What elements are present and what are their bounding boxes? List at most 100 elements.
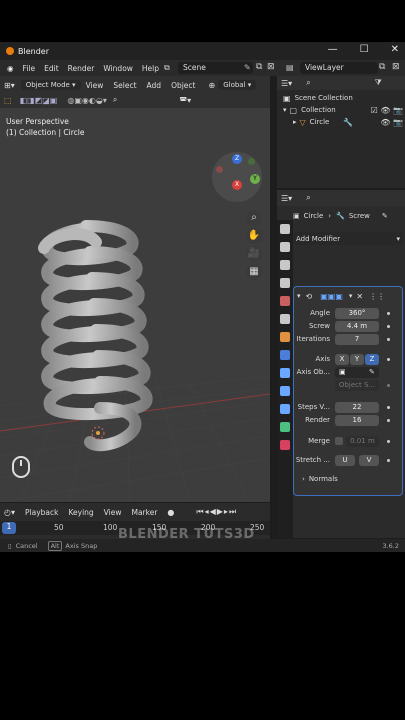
outliner-row-collection[interactable]: ▾ ▢ Collection ☑ 👁 📷: [283, 104, 403, 116]
timeline-menu-view[interactable]: View: [104, 508, 122, 517]
menu-window[interactable]: Window: [103, 64, 133, 73]
menu-edit[interactable]: Edit: [44, 64, 59, 73]
new-viewlayer-icon[interactable]: ⧉: [379, 62, 385, 72]
tab-material-icon[interactable]: [280, 440, 290, 450]
playback-controls-icon[interactable]: ⏮◂◀▶▸⏭: [196, 507, 237, 517]
properties-editor-icon[interactable]: ☰▾: [281, 194, 292, 203]
tab-world-icon[interactable]: [280, 314, 290, 324]
tab-data-icon[interactable]: [280, 422, 290, 432]
remove-modifier-icon[interactable]: ✕: [356, 292, 363, 301]
keyframe-dot-icon[interactable]: [387, 405, 390, 409]
screw-field[interactable]: 4.4 m: [335, 320, 379, 332]
perspective-grid-icon[interactable]: ▦: [246, 264, 262, 280]
stretch-v-toggle[interactable]: V: [359, 454, 379, 466]
keyframe-dot-icon[interactable]: [387, 324, 390, 328]
pin-icon[interactable]: ✎: [382, 212, 388, 220]
gizmo-z-axis[interactable]: Z: [232, 154, 242, 164]
viewport-menu-select[interactable]: Select: [113, 81, 136, 90]
tab-object-icon[interactable]: [280, 332, 290, 342]
outliner-row-scene-collection[interactable]: ▣ Scene Collection: [283, 92, 353, 104]
outliner-row-circle[interactable]: ▸ ▽ Circle 🔧 👁 📷: [293, 116, 403, 128]
tab-scene-icon[interactable]: [280, 296, 290, 306]
delete-scene-icon[interactable]: ⊠: [267, 62, 275, 72]
selection-mode-icons[interactable]: ◧◨◩◪▣: [20, 96, 58, 105]
keyframe-dot-icon[interactable]: [387, 458, 390, 462]
close-window-button[interactable]: ✕: [391, 44, 399, 55]
zoom-icon[interactable]: ⌕: [246, 210, 262, 226]
properties-search-icon[interactable]: ⌕: [306, 193, 310, 203]
keyframe-dot-icon[interactable]: [387, 311, 390, 315]
editor-type-icon[interactable]: ⊞▾: [4, 81, 15, 90]
shading-icons[interactable]: ◍▣◉◐◒▾: [67, 96, 107, 105]
timeline-menu-playback[interactable]: Playback: [25, 508, 58, 517]
menu-render[interactable]: Render: [68, 64, 95, 73]
timeline-editor-icon[interactable]: ◴▾: [4, 508, 15, 517]
gizmo-neg-y[interactable]: [248, 158, 255, 165]
expand-chevron-icon[interactable]: ▾: [283, 106, 287, 114]
current-frame-indicator[interactable]: 1: [2, 522, 16, 534]
collection-checkbox-icon[interactable]: ☑ 👁 📷: [371, 106, 403, 115]
tab-modifiers-icon[interactable]: [280, 350, 290, 360]
axis-y-button[interactable]: Y: [350, 353, 364, 365]
pin-icon[interactable]: ✎: [244, 63, 251, 72]
tab-view-layer-icon[interactable]: [280, 278, 290, 288]
view-layer-selector[interactable]: ViewLayer: [300, 62, 378, 74]
axis-x-button[interactable]: X: [335, 353, 349, 365]
merge-distance-field[interactable]: 0.01 m: [346, 435, 379, 447]
angle-field[interactable]: 360°: [335, 307, 379, 319]
select-box-tool-icon[interactable]: ⬚: [4, 96, 12, 105]
merge-checkbox[interactable]: [335, 437, 343, 445]
modifier-toggle-icons[interactable]: ▣▣▣: [320, 292, 343, 301]
viewlayer-icon[interactable]: ▤: [286, 63, 294, 72]
tab-physics-icon[interactable]: [280, 386, 290, 396]
expand-chevron-icon[interactable]: ▸: [293, 118, 297, 126]
transform-orientation-icon[interactable]: ⊕: [209, 81, 216, 90]
stretch-u-toggle[interactable]: U: [335, 454, 355, 466]
viewport-options-icon[interactable]: ◚▾: [179, 96, 191, 105]
timeline-menu-marker[interactable]: Marker: [131, 508, 157, 517]
viewport-menu-view[interactable]: View: [86, 81, 104, 90]
keyframe-dot-icon[interactable]: [387, 337, 390, 341]
drag-handle-icon[interactable]: ⋮⋮: [369, 292, 385, 301]
axis-z-button[interactable]: Z: [365, 353, 379, 365]
record-keyframe-icon[interactable]: ●: [167, 508, 174, 517]
tab-constraints-icon[interactable]: [280, 404, 290, 414]
keyframe-dot-icon[interactable]: [387, 439, 390, 443]
visibility-icons[interactable]: 👁 📷: [380, 118, 403, 127]
menu-file[interactable]: File: [23, 64, 36, 73]
blender-menu-icon[interactable]: ◉: [7, 64, 14, 73]
iterations-field[interactable]: 7: [335, 333, 379, 345]
menu-help[interactable]: Help: [142, 64, 159, 73]
tab-output-icon[interactable]: [280, 260, 290, 270]
modifier-menu-icon[interactable]: ▾: [349, 292, 353, 300]
keyframe-dot-icon[interactable]: [387, 357, 390, 361]
navigation-gizmo[interactable]: Z Y X: [212, 152, 262, 202]
scene-icon[interactable]: ⧉: [164, 63, 170, 73]
object-screw-checkbox[interactable]: Object S...: [335, 379, 379, 391]
outliner-search-icon[interactable]: ⌕: [306, 78, 310, 88]
scene-selector[interactable]: Scene: [178, 62, 253, 74]
collapse-chevron-icon[interactable]: ▾: [297, 292, 301, 300]
tab-particles-icon[interactable]: [280, 368, 290, 378]
camera-view-icon[interactable]: 🎥: [246, 246, 262, 262]
viewport-menu-object[interactable]: Object: [171, 81, 195, 90]
gizmo-x-axis[interactable]: X: [232, 180, 242, 190]
pan-hand-icon[interactable]: ✋: [246, 228, 262, 244]
keyframe-dot-icon[interactable]: [387, 383, 390, 387]
maximize-button[interactable]: ☐: [360, 44, 369, 55]
viewport-menu-add[interactable]: Add: [147, 81, 162, 90]
steps-viewport-field[interactable]: 22: [335, 401, 379, 413]
add-modifier-button[interactable]: Add Modifier ▾: [293, 232, 403, 245]
render-steps-field[interactable]: 16: [335, 414, 379, 426]
viewport-search-icon[interactable]: ⌕: [113, 95, 117, 105]
tab-render-icon[interactable]: [280, 242, 290, 252]
gizmo-y-axis[interactable]: Y: [250, 174, 260, 184]
keyframe-dot-icon[interactable]: [387, 418, 390, 422]
minimize-button[interactable]: —: [328, 44, 338, 55]
delete-viewlayer-icon[interactable]: ⊠: [392, 62, 400, 72]
gizmo-neg-x[interactable]: [216, 166, 223, 173]
orientation-dropdown[interactable]: Global ▾: [218, 80, 257, 90]
tab-tool-icon[interactable]: [280, 224, 290, 234]
outliner-editor-icon[interactable]: ☰▾: [281, 79, 292, 88]
3d-viewport[interactable]: ⊞▾ Object Mode ▾ View Select Add Object …: [0, 76, 270, 502]
